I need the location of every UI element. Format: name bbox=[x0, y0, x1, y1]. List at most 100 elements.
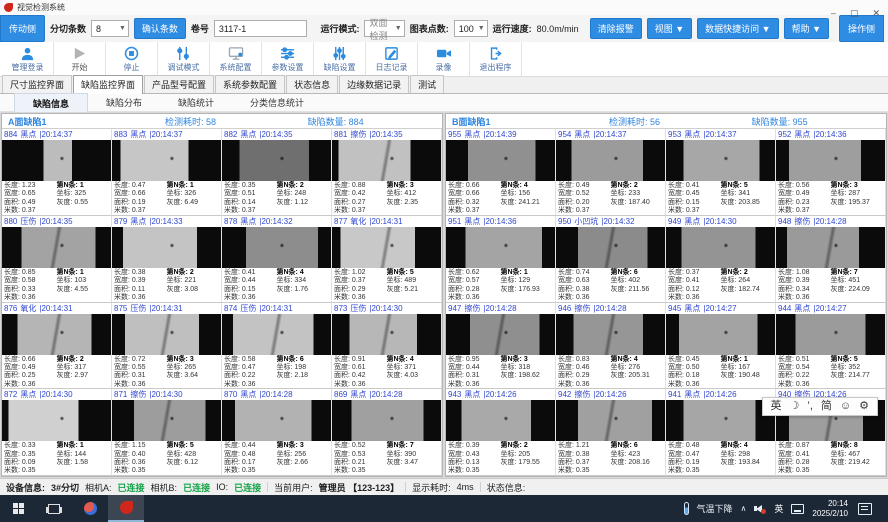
defect-image[interactable] bbox=[446, 227, 555, 268]
defect-cell[interactable]: 945黑点|20:14:27 长度: 0.45 宽度: 0.50 面积: 0.1… bbox=[666, 303, 776, 390]
roll-number-input[interactable]: 3117-1 bbox=[214, 20, 308, 37]
speaker-icon[interactable] bbox=[754, 503, 766, 514]
defect-image[interactable] bbox=[556, 227, 665, 268]
ime-simplified-toggle[interactable]: 简 bbox=[821, 400, 832, 413]
keyboard-icon[interactable] bbox=[791, 504, 804, 514]
defect-cell[interactable]: 946擦伤|20:14:28 长度: 0.83 宽度: 0.46 面积: 0.2… bbox=[556, 303, 666, 390]
subtab-class-info-statistics[interactable]: 分类信息统计 bbox=[232, 93, 322, 112]
start-button[interactable] bbox=[0, 495, 36, 522]
smiley-icon[interactable]: ☺ bbox=[840, 400, 851, 413]
defect-image[interactable] bbox=[446, 140, 555, 181]
punctuation-toggle[interactable]: ’, bbox=[807, 400, 813, 413]
defect-cell[interactable]: 944黑点|20:14:27 长度: 0.51 宽度: 0.54 面积: 0.2… bbox=[776, 303, 886, 390]
ime-language-toggle[interactable]: 英 bbox=[771, 400, 782, 413]
subtab-defect-info[interactable]: 缺陷信息 bbox=[14, 93, 88, 113]
defect-cell[interactable]: 951黑点|20:14:36 长度: 0.62 宽度: 0.57 面积: 0.2… bbox=[446, 216, 556, 303]
defect-cell[interactable]: 880压伤|20:14:35 长度: 0.85 宽度: 0.58 面积: 0.3… bbox=[2, 216, 112, 303]
defect-cell[interactable]: 878黑点|20:14:32 长度: 0.41 宽度: 0.44 面积: 0.1… bbox=[222, 216, 332, 303]
stop-button[interactable]: 停止 bbox=[106, 42, 158, 76]
log-record-button[interactable]: 日志记录 bbox=[366, 42, 418, 76]
record-video-button[interactable]: 录像 bbox=[418, 42, 470, 76]
taskbar-clock[interactable]: 20:142025/2/10 bbox=[812, 499, 848, 519]
defect-image[interactable] bbox=[222, 400, 331, 441]
defect-cell[interactable]: 872黑点|20:14:30 长度: 0.33 宽度: 0.35 面积: 0.0… bbox=[2, 389, 112, 476]
exit-program-button[interactable]: 退出程序 bbox=[470, 42, 522, 76]
defect-image[interactable] bbox=[556, 140, 665, 181]
defect-image[interactable] bbox=[222, 227, 331, 268]
defect-image[interactable] bbox=[556, 314, 665, 355]
defect-image[interactable] bbox=[222, 314, 331, 355]
slit-count-select[interactable]: 8▼ bbox=[91, 20, 129, 37]
defect-image[interactable] bbox=[332, 227, 441, 268]
defect-image[interactable] bbox=[2, 314, 111, 355]
panel-a-title[interactable]: A面缺陷1 bbox=[8, 115, 165, 128]
data-quick-access-button[interactable]: 数据快捷访问 ▼ bbox=[697, 18, 778, 39]
defect-image[interactable] bbox=[112, 400, 221, 441]
panel-b-title[interactable]: B面缺陷1 bbox=[452, 115, 609, 128]
gear-icon[interactable]: ⚙ bbox=[859, 400, 869, 413]
tab-system-param-config[interactable]: 系统参数配置 bbox=[215, 75, 285, 93]
defect-cell[interactable]: 881擦伤|20:14:35 长度: 0.88 宽度: 0.42 面积: 0.2… bbox=[332, 129, 442, 216]
defect-cell[interactable]: 947擦伤|20:14:28 长度: 0.95 宽度: 0.44 面积: 0.3… bbox=[446, 303, 556, 390]
start-button[interactable]: 开始 bbox=[54, 42, 106, 76]
help-menu-button[interactable]: 帮助 ▼ bbox=[784, 18, 829, 39]
defect-cell[interactable]: 877氧化|20:14:31 长度: 1.02 宽度: 0.37 面积: 0.2… bbox=[332, 216, 442, 303]
defect-cell[interactable]: 870黑点|20:14:28 长度: 0.44 宽度: 0.48 面积: 0.1… bbox=[222, 389, 332, 476]
defect-image[interactable] bbox=[666, 314, 775, 355]
defect-image[interactable] bbox=[666, 140, 775, 181]
defect-image[interactable] bbox=[2, 227, 111, 268]
confirm-count-button[interactable]: 确认条数 bbox=[134, 18, 186, 39]
defect-cell[interactable]: 943黑点|20:14:26 长度: 0.39 宽度: 0.43 面积: 0.1… bbox=[446, 389, 556, 476]
defect-settings-button[interactable]: 缺陷设置 bbox=[314, 42, 366, 76]
defect-cell[interactable]: 873压伤|20:14:30 长度: 0.91 宽度: 0.61 面积: 0.4… bbox=[332, 303, 442, 390]
defect-cell[interactable]: 875压伤|20:14:31 长度: 0.72 宽度: 0.55 面积: 0.3… bbox=[112, 303, 222, 390]
defect-cell[interactable]: 879黑点|20:14:33 长度: 0.38 宽度: 0.39 面积: 0.1… bbox=[112, 216, 222, 303]
defect-image[interactable] bbox=[446, 400, 555, 441]
tab-test[interactable]: 测试 bbox=[410, 75, 444, 93]
defect-image[interactable] bbox=[112, 227, 221, 268]
debug-mode-button[interactable]: 调试模式 bbox=[158, 42, 210, 76]
subtab-defect-statistics[interactable]: 缺陷统计 bbox=[160, 93, 232, 112]
weather-text[interactable]: 气温下降 bbox=[697, 502, 733, 515]
defect-image[interactable] bbox=[446, 314, 555, 355]
defect-image[interactable] bbox=[222, 140, 331, 181]
minimize-button[interactable]: – bbox=[831, 8, 836, 18]
admin-login-button[interactable]: 管理登录 bbox=[2, 42, 54, 76]
tab-size-monitor[interactable]: 尺寸监控界面 bbox=[2, 75, 72, 93]
parameter-settings-button[interactable]: 参数设置 bbox=[262, 42, 314, 76]
defect-image[interactable] bbox=[332, 314, 441, 355]
run-mode-select[interactable]: 双面检测▼ bbox=[364, 20, 404, 37]
defect-cell[interactable]: 874压伤|20:14:31 长度: 0.58 宽度: 0.47 面积: 0.2… bbox=[222, 303, 332, 390]
maximize-button[interactable]: ▢ bbox=[850, 8, 859, 18]
defect-image[interactable] bbox=[666, 227, 775, 268]
defect-image[interactable] bbox=[332, 400, 441, 441]
tab-status-info[interactable]: 状态信息 bbox=[286, 75, 338, 93]
defect-cell[interactable]: 876氧化|20:14:31 长度: 0.66 宽度: 0.49 面积: 0.2… bbox=[2, 303, 112, 390]
view-menu-button[interactable]: 视图 ▼ bbox=[647, 18, 692, 39]
defect-cell[interactable]: 942擦伤|20:14:26 长度: 1.21 宽度: 0.38 面积: 0.3… bbox=[556, 389, 666, 476]
defect-image[interactable] bbox=[2, 140, 111, 181]
defect-cell[interactable]: 869黑点|20:14:28 长度: 0.52 宽度: 0.53 面积: 0.2… bbox=[332, 389, 442, 476]
clear-alarm-button[interactable]: 清除报警 bbox=[590, 18, 642, 39]
defect-cell[interactable]: 871擦伤|20:14:30 长度: 1.15 宽度: 0.40 面积: 0.3… bbox=[112, 389, 222, 476]
defect-cell[interactable]: 950小凹坑|20:14:32 长度: 0.74 宽度: 0.63 面积: 0.… bbox=[556, 216, 666, 303]
defect-image[interactable] bbox=[556, 400, 665, 441]
tab-defect-monitor[interactable]: 缺陷监控界面 bbox=[73, 75, 143, 94]
notification-center-icon[interactable] bbox=[858, 503, 872, 515]
defect-image[interactable] bbox=[112, 314, 221, 355]
defect-cell[interactable]: 941黑点|20:14:26 长度: 0.48 宽度: 0.47 面积: 0.1… bbox=[666, 389, 776, 476]
defect-cell[interactable]: 949黑点|20:14:30 长度: 0.37 宽度: 0.41 面积: 0.1… bbox=[666, 216, 776, 303]
defect-cell[interactable]: 953黑点|20:14:37 长度: 0.41 宽度: 0.45 面积: 0.1… bbox=[666, 129, 776, 216]
tab-product-model-config[interactable]: 产品型号配置 bbox=[144, 75, 214, 93]
task-view-button[interactable] bbox=[36, 495, 72, 522]
defect-cell[interactable]: 882黑点|20:14:35 长度: 0.35 宽度: 0.51 面积: 0.1… bbox=[222, 129, 332, 216]
active-app-button[interactable] bbox=[108, 495, 144, 522]
hidden-icons-chevron[interactable]: ∧ bbox=[741, 504, 747, 513]
pinned-app-button[interactable] bbox=[72, 495, 108, 522]
defect-cell[interactable]: 948擦伤|20:14:28 长度: 1.08 宽度: 0.39 面积: 0.3… bbox=[776, 216, 886, 303]
close-button[interactable]: ✕ bbox=[872, 8, 880, 18]
subtab-defect-distribution[interactable]: 缺陷分布 bbox=[88, 93, 160, 112]
defect-cell[interactable]: 954黑点|20:14:37 长度: 0.49 宽度: 0.52 面积: 0.2… bbox=[556, 129, 666, 216]
defect-image[interactable] bbox=[776, 314, 885, 355]
tab-edge-data-record[interactable]: 边缘数据记录 bbox=[339, 75, 409, 93]
